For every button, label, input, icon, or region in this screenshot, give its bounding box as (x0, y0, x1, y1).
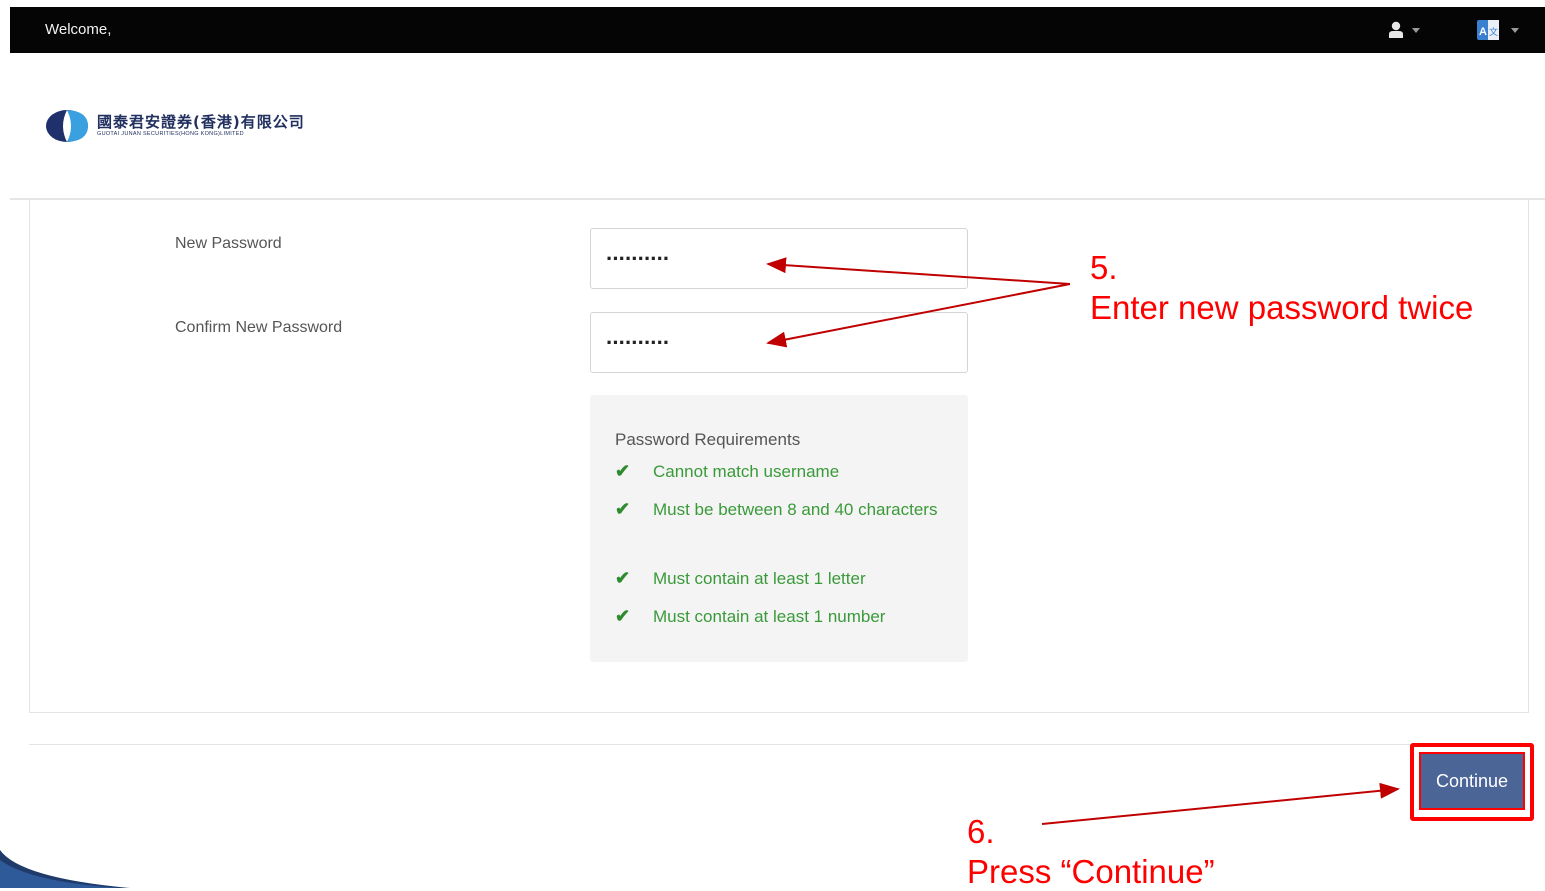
company-name-english: GUOTAI JUNAN SECURITIES(HONG KONG)LIMITE… (97, 131, 244, 137)
check-icon: ✔ (615, 568, 631, 588)
welcome-text: Welcome, (45, 21, 112, 38)
new-password-value: ·········· (606, 246, 670, 271)
footer-divider (29, 744, 1489, 745)
svg-text:文: 文 (1489, 26, 1498, 38)
company-name-chinese: 國泰君安證券(香港)有限公司 (97, 113, 305, 131)
confirm-password-input[interactable]: ·········· (590, 312, 968, 373)
step6-text: Press “Continue” (967, 853, 1215, 890)
svg-text:A: A (1479, 26, 1487, 38)
logo-mark-icon (46, 110, 88, 142)
step5-text: Enter new password twice (1090, 289, 1474, 326)
requirement-item: ✔ Must be between 8 and 40 characters (615, 494, 945, 525)
user-icon (1389, 21, 1403, 38)
password-requirements-box: Password Requirements ✔ Cannot match user… (590, 395, 968, 662)
language-menu[interactable]: A 文 (1477, 19, 1529, 41)
arrow-to-continue (1041, 782, 1400, 825)
requirement-item: ✔ Cannot match username (615, 456, 945, 487)
new-password-label: New Password (175, 235, 282, 252)
check-icon: ✔ (615, 606, 631, 626)
chevron-down-icon (1511, 28, 1519, 33)
requirement-item: ✔ Must contain at least 1 letter (615, 563, 945, 594)
check-icon: ✔ (615, 461, 631, 481)
requirement-item: ✔ Must contain at least 1 number (615, 601, 945, 632)
step6-number: 6. (967, 813, 995, 850)
new-password-input[interactable]: ·········· (590, 228, 968, 289)
requirements-title: Password Requirements (615, 430, 801, 449)
confirm-password-value: ·········· (606, 330, 670, 355)
step5-number: 5. (1090, 249, 1118, 286)
continue-button[interactable]: Continue (1419, 752, 1525, 810)
translate-icon: A 文 (1477, 20, 1499, 40)
check-icon: ✔ (615, 499, 631, 519)
user-menu[interactable] (1388, 19, 1428, 41)
chevron-down-icon (1412, 28, 1420, 33)
slide-corner-decoration (0, 850, 130, 888)
company-logo: 國泰君安證券(香港)有限公司 GUOTAI JUNAN SECURITIES(H… (45, 109, 345, 143)
top-bar: Welcome, A 文 (10, 7, 1545, 53)
confirm-password-label: Confirm New Password (175, 319, 343, 336)
